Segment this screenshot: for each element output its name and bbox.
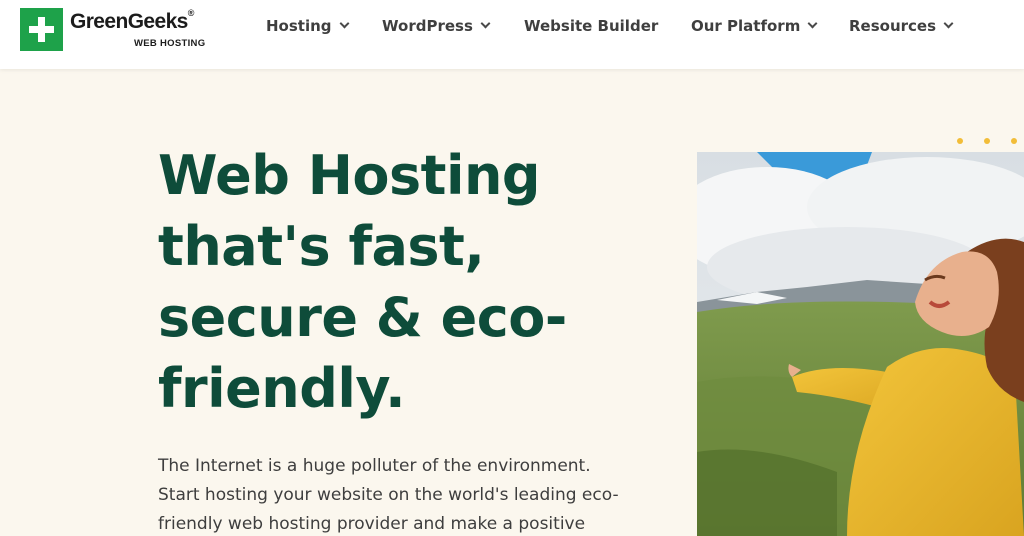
hero-description: The Internet is a huge polluter of the e… xyxy=(158,452,658,536)
nav-item-label: Hosting xyxy=(266,17,332,35)
nav-item-label: Our Platform xyxy=(691,17,801,35)
greengeeks-logo[interactable]: GreenGeeks® WEB HOSTING xyxy=(20,8,220,52)
hero-title: Web Hosting that's fast, secure & eco- f… xyxy=(158,140,638,424)
hero-description-line: Start hosting your website on the world'… xyxy=(158,485,619,505)
hero-photo xyxy=(697,152,1024,536)
hero-title-line: Web Hosting xyxy=(158,144,541,207)
nav-item-website-builder[interactable]: Website Builder xyxy=(524,16,658,36)
nav-item-label: Resources xyxy=(849,17,937,35)
nav-item-our-platform[interactable]: Our Platform xyxy=(691,16,818,36)
nav-item-label: Website Builder xyxy=(524,17,659,35)
logo-tagline: WEB HOSTING xyxy=(134,38,206,49)
plus-icon xyxy=(20,8,63,51)
nav-item-label: WordPress xyxy=(382,17,473,35)
chevron-down-icon xyxy=(943,18,954,29)
site-header: GreenGeeks® WEB HOSTING Hosting WordPres… xyxy=(0,0,1024,69)
chevron-down-icon xyxy=(339,18,349,29)
nav-item-resources[interactable]: Resources xyxy=(849,16,954,36)
hero-title-line: secure & eco- xyxy=(158,286,567,349)
logo-wordmark: GreenGeeks® xyxy=(70,8,194,33)
nav-item-hosting[interactable]: Hosting xyxy=(266,16,349,36)
hero-title-line: that's fast, xyxy=(158,215,485,278)
nav-item-wordpress[interactable]: WordPress xyxy=(382,16,491,36)
hero-description-line: The Internet is a huge polluter of the e… xyxy=(158,456,591,476)
chevron-down-icon xyxy=(807,18,818,29)
chevron-down-icon xyxy=(480,18,491,29)
hero-description-line: friendly web hosting provider and make a… xyxy=(158,514,586,534)
hero-title-line: friendly. xyxy=(158,357,406,420)
